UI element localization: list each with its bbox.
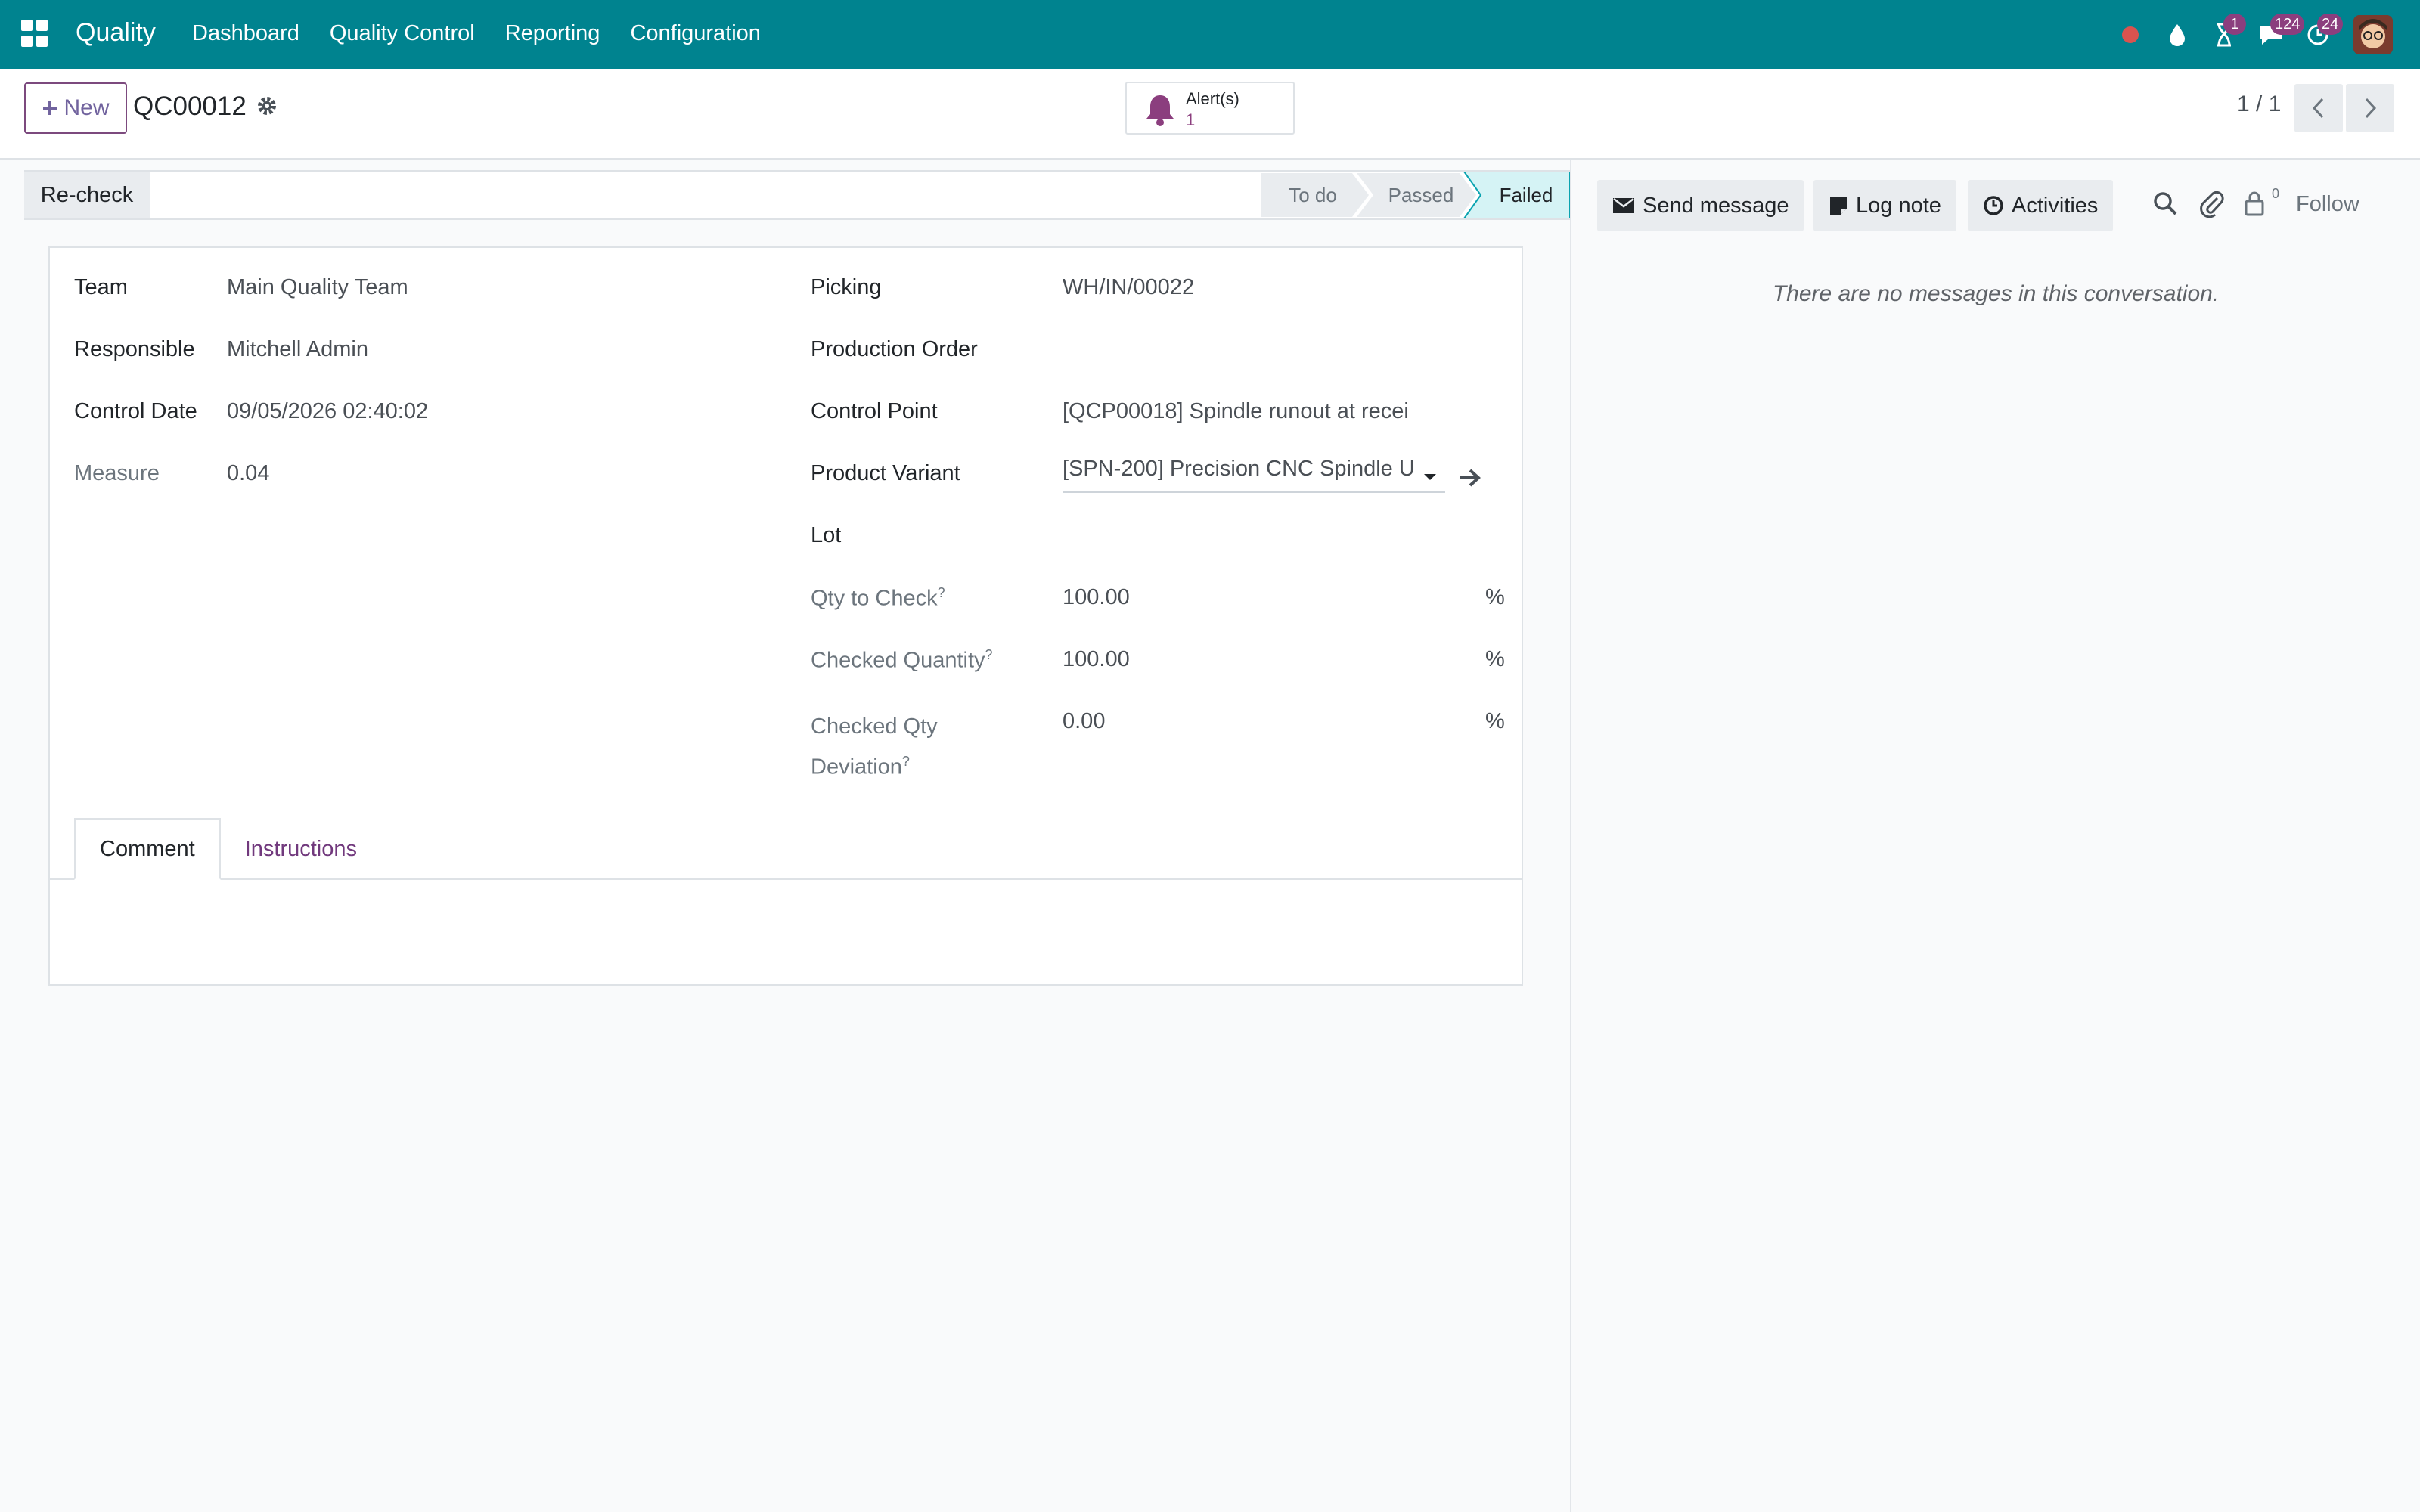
activity-badge: 1: [2223, 14, 2246, 35]
clock-icon[interactable]: 24: [2294, 11, 2344, 59]
recheck-button[interactable]: Re-check: [24, 172, 150, 218]
product-variant-input[interactable]: [SPN-200] Precision CNC Spindle U: [1063, 457, 1445, 493]
droplet-icon[interactable]: [2154, 11, 2201, 59]
user-avatar[interactable]: [2353, 15, 2393, 54]
log-note-button[interactable]: Log note: [1813, 180, 1956, 231]
app-name[interactable]: Quality: [76, 18, 156, 48]
pager-previous-button[interactable]: [2294, 84, 2343, 132]
measure-label: Measure: [74, 461, 160, 485]
checked-qty-deviation-label: Checked Qty Deviation?: [811, 714, 938, 779]
tab-comment[interactable]: Comment: [74, 818, 221, 880]
arrow-right-icon[interactable]: [1458, 467, 1482, 488]
responsible-label: Responsible: [74, 337, 195, 361]
control-point-label: Control Point: [811, 399, 938, 423]
gear-icon[interactable]: [256, 94, 278, 121]
pager-next-button[interactable]: [2346, 84, 2394, 132]
hourglass-icon[interactable]: 1: [2201, 11, 2248, 59]
notebook-tabs: Comment Instructions: [74, 818, 381, 880]
responsible-value[interactable]: Mitchell Admin: [227, 337, 368, 362]
send-message-button[interactable]: Send message: [1597, 180, 1804, 231]
control-date-label: Control Date: [74, 399, 197, 423]
menu-configuration[interactable]: Configuration: [630, 21, 761, 46]
new-button[interactable]: + New: [24, 82, 127, 134]
lock-icon[interactable]: [2243, 191, 2266, 216]
comment-editor[interactable]: [74, 898, 1496, 966]
follow-button[interactable]: Follow: [2296, 192, 2360, 217]
help-tooltip-icon[interactable]: ?: [938, 585, 945, 600]
activities-button[interactable]: Activities: [1968, 180, 2114, 231]
menu-reporting[interactable]: Reporting: [505, 21, 600, 46]
checked-quantity-label: Checked Quantity?: [811, 647, 993, 673]
alerts-smart-button[interactable]: Alert(s) 1: [1125, 82, 1295, 135]
qty-to-check-label: Qty to Check?: [811, 585, 945, 611]
menu-quality-control[interactable]: Quality Control: [330, 21, 475, 46]
checked-quantity-unit: %: [1485, 647, 1505, 671]
caret-down-icon[interactable]: [1422, 472, 1438, 482]
team-label: Team: [74, 275, 128, 299]
stage-failed[interactable]: Failed: [1482, 173, 1570, 217]
tab-instructions[interactable]: Instructions: [221, 818, 381, 880]
chevron-right-icon: [2365, 98, 2377, 119]
qty-to-check-unit: %: [1485, 585, 1505, 609]
empty-conversation-text: There are no messages in this conversati…: [1772, 281, 2220, 306]
checked-quantity-value[interactable]: 100.00: [1063, 647, 1130, 672]
chevron-left-icon: [2312, 98, 2324, 119]
apps-grid-icon[interactable]: [21, 20, 48, 47]
team-value[interactable]: Main Quality Team: [227, 275, 408, 300]
stage-passed[interactable]: Passed: [1364, 173, 1478, 217]
measure-value[interactable]: 0.04: [227, 461, 269, 486]
stage-todo[interactable]: To do: [1261, 173, 1364, 217]
pager-value[interactable]: 1 / 1: [2237, 91, 2281, 117]
record-title: QC00012: [133, 91, 247, 121]
help-tooltip-icon[interactable]: ?: [902, 754, 910, 769]
clock-icon: [1984, 196, 2003, 215]
envelope-icon: [1613, 198, 1634, 213]
alerts-count: 1: [1186, 110, 1196, 129]
top-navbar: Quality Dashboard Quality Control Report…: [0, 0, 2420, 69]
follower-count: 0: [2272, 186, 2280, 201]
main-menu: Dashboard Quality Control Reporting Conf…: [192, 21, 761, 46]
help-tooltip-icon[interactable]: ?: [985, 647, 993, 662]
bell-icon: [1143, 92, 1177, 131]
lot-label: Lot: [811, 523, 842, 547]
picking-value[interactable]: WH/IN/00022: [1063, 275, 1194, 300]
picking-label: Picking: [811, 275, 882, 299]
form-sheet: Team Main Quality Team Responsible Mitch…: [48, 246, 1523, 986]
plus-icon: +: [42, 92, 58, 123]
product-variant-label: Product Variant: [811, 461, 960, 485]
chatter-divider: [1570, 160, 1571, 1512]
chat-icon[interactable]: 124: [2248, 11, 2305, 59]
record-dot-icon[interactable]: [2107, 11, 2154, 59]
search-icon[interactable]: [2152, 191, 2178, 216]
note-icon: [1830, 197, 1847, 215]
menu-dashboard[interactable]: Dashboard: [192, 21, 299, 46]
updates-badge: 24: [2317, 14, 2344, 35]
production-order-label: Production Order: [811, 337, 978, 361]
systray: 1 124 24: [2107, 11, 2393, 59]
checked-qty-deviation-value[interactable]: 0.00: [1063, 709, 1105, 734]
alerts-label: Alert(s): [1186, 89, 1239, 108]
paperclip-icon[interactable]: [2199, 191, 2225, 218]
checked-qty-deviation-unit: %: [1485, 709, 1505, 733]
form-statusbar: Re-check To do Passed Failed: [24, 170, 1570, 220]
control-panel: + New QC00012 Alert(s) 1 1 / 1: [0, 69, 2420, 160]
control-point-value[interactable]: [QCP00018] Spindle runout at recei: [1063, 399, 1471, 424]
control-date-value[interactable]: 09/05/2026 02:40:02: [227, 399, 428, 424]
qty-to-check-value[interactable]: 100.00: [1063, 585, 1130, 610]
